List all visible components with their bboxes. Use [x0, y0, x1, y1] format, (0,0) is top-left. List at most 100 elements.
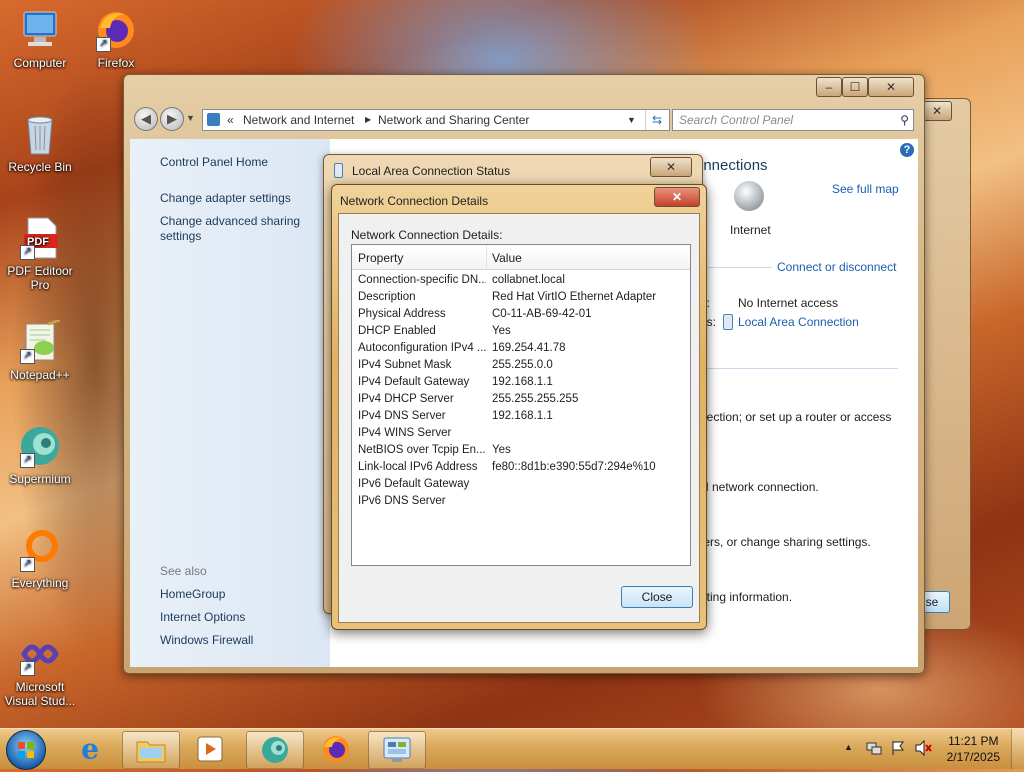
desktop-icon-computer[interactable]: Computer	[0, 8, 80, 70]
notepadpp-icon: ↗	[18, 318, 62, 364]
shortcut-arrow-icon: ↗	[20, 661, 35, 676]
desktop-icon-visual-studio[interactable]: ↗ Microsoft Visual Stud...	[0, 632, 80, 708]
start-button[interactable]	[6, 730, 46, 770]
navigation-bar: ◀ ▶ ▼ « Network and Internet ▶ Network a…	[130, 105, 918, 135]
list-item[interactable]: Link-local IPv6 Address fe80::8d1b:e390:5…	[352, 461, 690, 478]
desktop-icon-label: Everything	[11, 576, 69, 590]
recent-pages-dropdown-icon[interactable]: ▼	[186, 113, 195, 123]
details-dialog-close-x-button[interactable]: ✕	[654, 187, 700, 207]
list-item[interactable]: Description Red Hat VirtIO Ethernet Adapt…	[352, 291, 690, 308]
property-cell: IPv4 Default Gateway	[358, 376, 470, 388]
internet-globe-icon	[734, 181, 764, 211]
task-text-2: N network connection.	[700, 480, 819, 494]
tray-volume-muted-icon[interactable]	[914, 739, 932, 757]
system-clock[interactable]: 11:21 PM 2/17/2025	[947, 733, 1000, 765]
help-icon[interactable]: ?	[900, 143, 914, 157]
desktop-icon-label: Supermium	[9, 472, 71, 486]
control-panel-home-link[interactable]: Control Panel Home	[160, 155, 268, 169]
desktop-icon-notepadpp[interactable]: ↗ Notepad++	[0, 318, 80, 382]
list-item[interactable]: IPv4 Subnet Mask 255.255.0.0	[352, 359, 690, 376]
desktop-icon-everything[interactable]: ↗ Everything	[0, 528, 80, 590]
desktop-icon-pdf-editor[interactable]: PDF ↗ PDF Editoor Pro	[0, 216, 80, 292]
page-heading: onnections	[695, 157, 768, 174]
address-bar[interactable]: « Network and Internet ▶ Network and Sha…	[202, 109, 670, 131]
show-hidden-icons-chevron-icon[interactable]: ▲	[844, 742, 853, 752]
address-dropdown-icon[interactable]: ▼	[627, 110, 636, 130]
tray-flag-icon[interactable]	[890, 740, 906, 756]
list-item[interactable]: IPv6 Default Gateway	[352, 478, 690, 495]
supermium-icon	[262, 737, 288, 763]
desktop-icon-recycle-bin[interactable]: Recycle Bin	[0, 112, 80, 174]
internet-options-link[interactable]: Internet Options	[160, 610, 245, 624]
taskbar-internet-explorer[interactable]: e	[62, 731, 118, 767]
supermium-icon: ↗	[18, 424, 62, 468]
value-cell: Yes	[492, 444, 511, 456]
computer-icon	[18, 8, 62, 52]
minimize-button[interactable]: –	[816, 77, 842, 97]
homegroup-link[interactable]: HomeGroup	[160, 587, 225, 601]
list-item[interactable]: IPv4 WINS Server	[352, 427, 690, 444]
taskbar: e ▲ 11:21 PM 2/17/2025	[0, 728, 1024, 770]
status-dialog-close-button[interactable]: ✕	[650, 157, 692, 177]
see-full-map-link[interactable]: See full map	[832, 182, 899, 196]
breadcrumb-network-and-internet[interactable]: Network and Internet	[243, 110, 354, 130]
tray-network-icon[interactable]	[866, 740, 882, 756]
property-cell: Connection-specific DN...	[358, 274, 486, 286]
taskbar-media-player[interactable]	[182, 731, 238, 767]
details-content: Network Connection Details: Property Val…	[338, 213, 700, 623]
window-close-button[interactable]: ✕	[868, 77, 914, 97]
refresh-icon[interactable]: ⇆	[645, 110, 668, 130]
value-cell: fe80::8d1b:e390:55d7:294e%10	[492, 461, 656, 473]
forward-arrow-icon[interactable]: ▶	[160, 107, 184, 131]
column-header-value[interactable]: Value	[492, 251, 522, 265]
maximize-button[interactable]: ☐	[842, 77, 868, 97]
desktop-icon-label: Computer	[13, 56, 67, 70]
list-item[interactable]: IPv4 Default Gateway 192.168.1.1	[352, 376, 690, 393]
background-window-close-button[interactable]: ✕	[922, 101, 952, 121]
local-area-connection-link[interactable]: Local Area Connection	[738, 315, 859, 329]
search-input[interactable]: Search Control Panel	[679, 110, 793, 130]
list-item[interactable]: Connection-specific DN... collabnet.local	[352, 274, 690, 291]
property-cell: IPv4 DHCP Server	[358, 393, 454, 405]
search-icon[interactable]: ⚲	[900, 110, 909, 130]
close-button[interactable]: Close	[621, 586, 693, 608]
shortcut-arrow-icon: ↗	[20, 453, 35, 468]
list-item[interactable]: Physical Address C0-11-AB-69-42-01	[352, 308, 690, 325]
breadcrumb-prefix[interactable]: «	[227, 110, 234, 130]
list-item[interactable]: IPv6 DNS Server	[352, 495, 690, 512]
property-cell: IPv4 WINS Server	[358, 427, 452, 439]
firefox-icon: ↗	[94, 8, 138, 52]
shortcut-arrow-icon: ↗	[20, 349, 35, 364]
property-cell: Link-local IPv6 Address	[358, 461, 478, 473]
desktop-icon-firefox[interactable]: ↗ Firefox	[76, 8, 156, 70]
list-item[interactable]: IPv4 DHCP Server 255.255.255.255	[352, 393, 690, 410]
taskbar-firefox[interactable]	[308, 731, 364, 767]
list-item[interactable]: IPv4 DNS Server 192.168.1.1	[352, 410, 690, 427]
desktop-icon-supermium[interactable]: ↗ Supermium	[0, 424, 80, 486]
taskbar-file-explorer[interactable]	[122, 731, 180, 769]
list-item[interactable]: Autoconfiguration IPv4 ... 169.254.41.78	[352, 342, 690, 359]
pdf-file-icon: PDF ↗	[18, 216, 62, 260]
shortcut-arrow-icon: ↗	[20, 557, 35, 572]
connect-disconnect-link[interactable]: Connect or disconnect	[777, 260, 896, 274]
details-list[interactable]: Property Value Connection-specific DN...…	[351, 244, 691, 566]
change-advanced-sharing-link[interactable]: Change advanced sharing settings	[160, 214, 310, 244]
see-also-heading: See also	[160, 564, 207, 578]
property-cell: Physical Address	[358, 308, 446, 320]
windows-firewall-link[interactable]: Windows Firewall	[160, 633, 253, 647]
taskbar-supermium[interactable]	[246, 731, 304, 769]
change-adapter-settings-link[interactable]: Change adapter settings	[160, 191, 291, 205]
list-item[interactable]: DHCP Enabled Yes	[352, 325, 690, 342]
desktop-icon-label: Microsoft Visual Stud...	[4, 680, 76, 708]
clock-time: 11:21 PM	[948, 734, 999, 748]
taskbar-control-panel[interactable]	[368, 731, 426, 769]
column-header-property[interactable]: Property	[358, 251, 403, 265]
network-connection-details-dialog: Network Connection Details ✕ Network Con…	[331, 184, 707, 630]
breadcrumb-network-sharing-center[interactable]: Network and Sharing Center	[378, 110, 529, 130]
search-box[interactable]: Search Control Panel ⚲	[672, 109, 914, 131]
show-desktop-button[interactable]	[1011, 729, 1024, 769]
property-cell: IPv4 DNS Server	[358, 410, 446, 422]
back-arrow-icon[interactable]: ◀	[134, 107, 158, 131]
list-item[interactable]: NetBIOS over Tcpip En... Yes	[352, 444, 690, 461]
list-header: Property Value	[352, 245, 690, 270]
